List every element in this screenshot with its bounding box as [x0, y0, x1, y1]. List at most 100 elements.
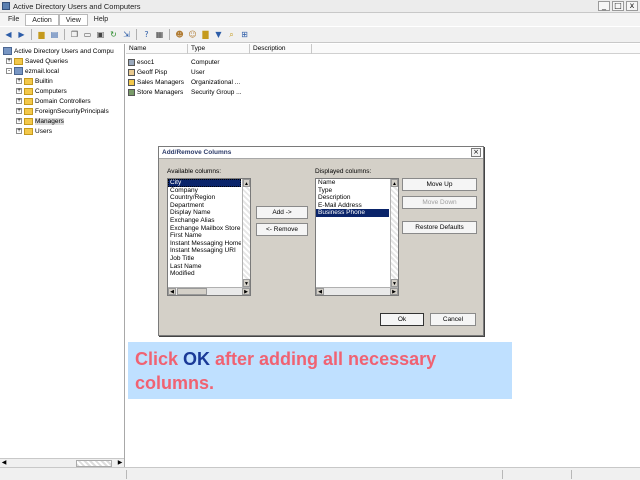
- close-icon[interactable]: ×: [471, 148, 481, 157]
- help-icon[interactable]: ?: [141, 29, 152, 40]
- expand-icon[interactable]: +: [16, 118, 22, 124]
- menu-help[interactable]: Help: [88, 14, 114, 26]
- available-column-item[interactable]: Instant Messaging Home: [168, 240, 241, 248]
- export-icon[interactable]: ⇲: [121, 29, 132, 40]
- console-icon[interactable]: ▦: [154, 29, 165, 40]
- ok-button[interactable]: Ok: [380, 313, 424, 326]
- available-column-item[interactable]: Display Name: [168, 209, 241, 217]
- back-icon[interactable]: ◀: [3, 29, 14, 40]
- properties-icon[interactable]: ▣: [95, 29, 106, 40]
- displayed-columns-list[interactable]: Name Type Description E-Mail Address Busines…: [315, 178, 399, 296]
- filter-icon[interactable]: ▼: [213, 29, 224, 40]
- new-user-icon[interactable]: ☻: [174, 29, 185, 40]
- scroll-right-icon[interactable]: ▶: [116, 459, 124, 467]
- displayed-horizontal-scrollbar[interactable]: ◀ ▶: [316, 287, 398, 295]
- copy-icon[interactable]: ❐: [69, 29, 80, 40]
- dialog-title: Add/Remove Columns: [162, 149, 232, 156]
- collapse-icon[interactable]: -: [6, 68, 12, 74]
- tree-item-managers[interactable]: + Managers: [16, 116, 64, 126]
- available-column-item[interactable]: First Name: [168, 232, 241, 240]
- scroll-up-icon[interactable]: ▲: [243, 179, 250, 187]
- scroll-right-icon[interactable]: ▶: [242, 288, 250, 295]
- scroll-left-icon[interactable]: ◀: [0, 459, 8, 467]
- find-icon[interactable]: ⌕: [226, 29, 237, 40]
- remove-button[interactable]: <- Remove: [256, 223, 308, 236]
- tree-item-computers[interactable]: + Computers: [16, 86, 67, 96]
- minimize-button[interactable]: _: [598, 1, 610, 11]
- up-folder-icon[interactable]: ▆: [36, 29, 47, 40]
- available-column-item[interactable]: Modified: [168, 270, 241, 278]
- scroll-thumb[interactable]: [76, 460, 112, 467]
- move-up-button[interactable]: Move Up: [402, 178, 477, 191]
- available-horizontal-scrollbar[interactable]: ◀ ▶: [168, 287, 250, 295]
- scroll-down-icon[interactable]: ▼: [391, 279, 398, 287]
- tree-item-root[interactable]: Active Directory Users and Compu: [3, 46, 114, 56]
- forward-icon[interactable]: ▶: [16, 29, 27, 40]
- expand-icon[interactable]: +: [6, 58, 12, 64]
- new-group-icon[interactable]: ☺: [187, 29, 198, 40]
- scroll-down-icon[interactable]: ▼: [243, 279, 250, 287]
- expand-icon[interactable]: +: [16, 78, 22, 84]
- displayed-column-item[interactable]: Description: [316, 194, 389, 202]
- available-column-item[interactable]: Department: [168, 202, 241, 210]
- scroll-left-icon[interactable]: ◀: [168, 288, 176, 295]
- tree-item-saved-queries[interactable]: + Saved Queries: [6, 56, 68, 66]
- available-column-item[interactable]: Country/Region: [168, 194, 241, 202]
- column-header-description[interactable]: Description: [250, 44, 312, 54]
- maximize-button[interactable]: □: [612, 1, 624, 11]
- available-column-item[interactable]: Company: [168, 187, 241, 195]
- scroll-left-icon[interactable]: ◀: [316, 288, 324, 295]
- tree-item-foreign-security-principals[interactable]: + ForeignSecurityPrincipals: [16, 106, 109, 116]
- available-column-item[interactable]: Job Title: [168, 255, 241, 263]
- window-controls: _ □ x: [598, 1, 638, 11]
- tree-item-domain[interactable]: - ezmail.local: [6, 66, 59, 76]
- available-column-item[interactable]: Last Name: [168, 263, 241, 271]
- move-down-button[interactable]: Move Down: [402, 196, 477, 209]
- new-ou-icon[interactable]: ▇: [200, 29, 211, 40]
- add-to-group-icon[interactable]: ⊞: [239, 29, 250, 40]
- list-item[interactable]: Store Managers Security Group ...: [126, 87, 250, 97]
- menu-file[interactable]: File: [2, 14, 25, 26]
- tree-item-builtin[interactable]: + Builtin: [16, 76, 53, 86]
- displayed-vertical-scrollbar[interactable]: ▲ ▼: [390, 179, 398, 287]
- expand-icon[interactable]: +: [16, 88, 22, 94]
- delete-icon[interactable]: ▭: [82, 29, 93, 40]
- available-columns-list[interactable]: City Company Country/Region Department Displ…: [167, 178, 251, 296]
- tree-horizontal-scrollbar[interactable]: ◀ ▶: [0, 458, 124, 467]
- displayed-column-item[interactable]: Name: [316, 179, 389, 187]
- folder-icon: [24, 117, 33, 125]
- scroll-thumb[interactable]: [177, 288, 207, 295]
- list-item[interactable]: esoc1 Computer: [126, 57, 250, 67]
- displayed-column-item[interactable]: Type: [316, 187, 389, 195]
- cancel-button[interactable]: Cancel: [430, 313, 476, 326]
- displayed-column-item[interactable]: E-Mail Address: [316, 202, 389, 210]
- refresh-icon[interactable]: ↻: [108, 29, 119, 40]
- column-header-name[interactable]: Name: [126, 44, 188, 54]
- available-column-item[interactable]: City: [168, 179, 241, 187]
- list-item[interactable]: Geoff Pisp User: [126, 67, 250, 77]
- close-button[interactable]: x: [626, 1, 638, 11]
- displayed-column-item[interactable]: Business Phone: [316, 209, 389, 217]
- displayed-items: Name Type Description E-Mail Address Busines…: [316, 179, 398, 217]
- expand-icon[interactable]: +: [16, 98, 22, 104]
- available-column-item[interactable]: Exchange Mailbox Store: [168, 225, 241, 233]
- window-title: Active Directory Users and Computers: [13, 2, 141, 11]
- menu-view[interactable]: View: [58, 13, 88, 26]
- list-item[interactable]: Sales Managers Organizational ...: [126, 77, 250, 87]
- available-column-item[interactable]: Exchange Alias: [168, 217, 241, 225]
- tree-item-domain-controllers[interactable]: + Domain Controllers: [16, 96, 91, 106]
- column-header-type[interactable]: Type: [188, 44, 250, 54]
- item-name: Geoff Pisp: [137, 68, 168, 76]
- tree-item-users[interactable]: + Users: [16, 126, 52, 136]
- show-tree-icon[interactable]: ▤: [49, 29, 60, 40]
- expand-icon[interactable]: +: [16, 108, 22, 114]
- instruction-callout: Click OK after adding all necessary colu…: [128, 342, 512, 399]
- available-vertical-scrollbar[interactable]: ▲ ▼: [242, 179, 250, 287]
- scroll-right-icon[interactable]: ▶: [390, 288, 398, 295]
- restore-defaults-button[interactable]: Restore Defaults: [402, 221, 477, 234]
- add-button[interactable]: Add ->: [256, 206, 308, 219]
- available-column-item[interactable]: Instant Messaging URI: [168, 247, 241, 255]
- expand-icon[interactable]: +: [16, 128, 22, 134]
- menu-action[interactable]: Action: [25, 13, 59, 26]
- scroll-up-icon[interactable]: ▲: [391, 179, 398, 187]
